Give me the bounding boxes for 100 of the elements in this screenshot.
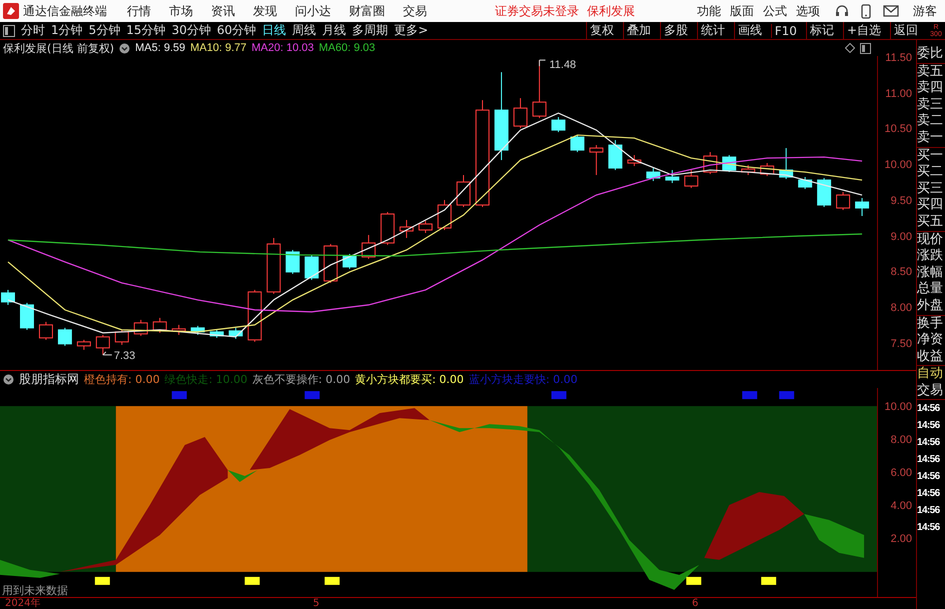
period-tab[interactable]: 更多> [394, 22, 428, 39]
toolbar-button[interactable]: F10 [770, 24, 800, 38]
axis-label: 11.50 [885, 51, 912, 65]
quote-label: 净资 [917, 332, 944, 349]
axis-label: 4.00 [890, 499, 912, 513]
trade-time: 14:56 [917, 436, 941, 450]
quote-label: 卖二 [917, 113, 944, 130]
menu-item[interactable]: 问小达 [295, 2, 331, 20]
quote-label: 外盘 [917, 298, 944, 314]
trade-time: 14:56 [917, 402, 941, 416]
ma-value: MA20: 10.03 [252, 42, 314, 54]
menu-item[interactable]: 公式 [763, 2, 787, 20]
trade-time: 14:56 [917, 521, 941, 536]
quote-label: 买五 [917, 214, 944, 231]
legend-value: 蓝小方块走要快: 0.00 [468, 372, 578, 387]
app-logo-icon [3, 3, 19, 19]
candlestick [172, 324, 186, 336]
menu-item[interactable]: 市场 [169, 2, 193, 20]
signal-marker [686, 576, 702, 585]
date-label: 2024年 [5, 598, 40, 609]
menu-item[interactable]: 交易 [403, 2, 427, 20]
candlestick [304, 254, 319, 280]
toolbar-button[interactable]: 画线 [734, 22, 765, 39]
candlestick [400, 220, 414, 238]
toolbar-button[interactable]: 统计 [696, 22, 728, 39]
menu-item[interactable]: 版面 [730, 2, 754, 20]
toolbar-button[interactable]: +自选 [842, 22, 884, 39]
toolbar-button[interactable]: 多股 [660, 22, 691, 39]
panel-toggle-icon[interactable] [3, 24, 15, 36]
candlestick [286, 249, 300, 274]
candlestick [703, 152, 718, 175]
period-tab[interactable]: 月线 [322, 22, 346, 39]
candlestick [646, 168, 660, 182]
quote-label: 换手 [917, 316, 944, 332]
date-label: 6 [692, 598, 698, 609]
quote-label: 委比 [917, 46, 944, 63]
period-tab[interactable]: 15分钟 [126, 22, 166, 39]
headset-icon[interactable] [835, 4, 849, 18]
toolbar-button[interactable]: 叠加 [622, 22, 654, 39]
candlestick [96, 334, 110, 356]
candlestick [1, 289, 15, 306]
candlestick [741, 164, 756, 176]
candlestick [266, 237, 281, 294]
mail-icon[interactable] [883, 5, 899, 17]
period-tab[interactable]: 5分钟 [88, 22, 120, 39]
panel-toggle-icon[interactable] [860, 42, 871, 54]
candlestick [513, 98, 528, 129]
diamond-icon[interactable] [845, 43, 855, 53]
quote-label: 现价 [917, 232, 944, 248]
signal-marker [742, 391, 758, 400]
ma-value: MA5: 9.59 [135, 42, 186, 54]
period-tab[interactable]: 多周期 [352, 22, 388, 39]
period-tab[interactable]: 分时 [21, 22, 45, 39]
candlestick [342, 253, 357, 270]
toolbar-button[interactable]: 返回 [890, 22, 921, 39]
quote-label: 交易 [917, 382, 944, 400]
candlestick [817, 178, 832, 208]
candlestick [380, 212, 395, 246]
axis-label: 10.00 [884, 158, 912, 172]
axis-label: 11.00 [885, 87, 912, 101]
axis-label: 7.50 [890, 337, 912, 351]
period-tab[interactable]: 30分钟 [172, 22, 211, 39]
legend-value: 绿色快走: 10.00 [164, 372, 248, 387]
menu-item[interactable]: 功能 [697, 2, 721, 20]
dropdown-circle-icon[interactable] [3, 374, 14, 385]
menu-item[interactable]: 财富圈 [349, 2, 385, 20]
axis-label: 2.00 [890, 532, 912, 546]
candlestick [855, 198, 870, 216]
candlestick [324, 243, 338, 284]
signal-marker [779, 391, 794, 400]
quote-label: 涨跌 [917, 248, 944, 265]
menu-item[interactable]: 资讯 [211, 2, 235, 20]
candlestick [627, 154, 642, 167]
toolbar-button[interactable]: 复权 [586, 22, 617, 39]
period-tab[interactable]: 1分钟 [51, 22, 83, 39]
trade-time: 14:56 [917, 487, 941, 502]
notice-link[interactable]: 证券交易未登录 [495, 2, 579, 20]
date-label: 5 [313, 598, 320, 609]
toolbar-button[interactable]: 标记 [806, 22, 837, 39]
period-tab[interactable]: 周线 [292, 22, 316, 39]
trade-time: 14:56 [917, 419, 941, 434]
quote-label: 卖五 [917, 64, 944, 80]
trade-time: 14:56 [917, 504, 941, 518]
candlestick [760, 162, 774, 177]
menu-item[interactable]: 行情 [127, 2, 151, 20]
dropdown-circle-icon[interactable] [119, 42, 130, 54]
notice-link[interactable]: 保利发展 [587, 2, 635, 20]
mode-tab[interactable]: 自动 [917, 366, 945, 383]
phone-icon[interactable] [861, 4, 871, 18]
menu-item[interactable]: 选项 [796, 2, 820, 20]
legend-value: 黄小方块都要买: 0.00 [355, 372, 464, 387]
axis-label: 10.00 [884, 400, 912, 414]
candlestick [152, 317, 167, 334]
period-tab[interactable]: 60分钟 [216, 22, 256, 39]
user-label[interactable]: 游客 [913, 2, 937, 20]
axis-label: 8.00 [890, 433, 912, 447]
candlestick [798, 176, 812, 190]
period-tab[interactable]: 日线 [262, 22, 286, 39]
candlestick [134, 319, 148, 336]
menu-item[interactable]: 发现 [253, 2, 277, 20]
